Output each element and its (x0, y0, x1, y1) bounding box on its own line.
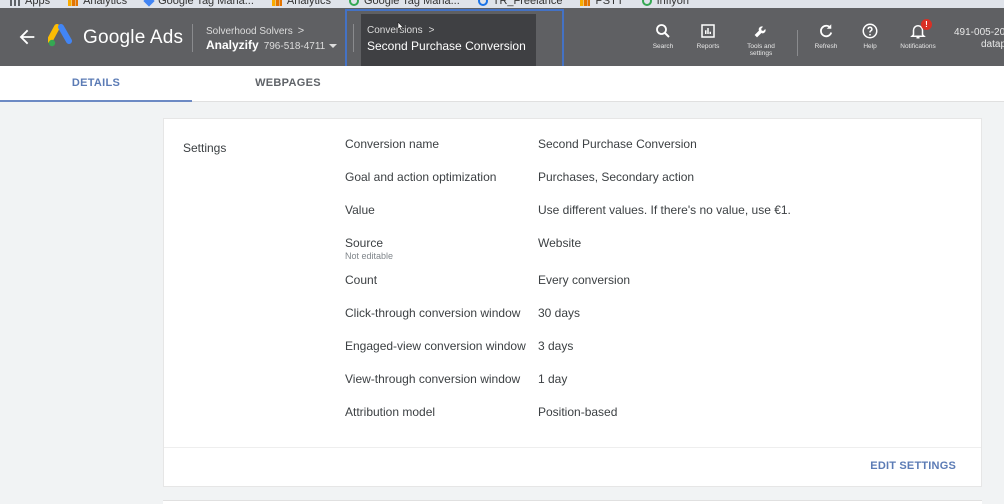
globe-icon (641, 0, 652, 6)
refresh-icon (820, 24, 833, 38)
analytics-icon (68, 0, 79, 6)
app-header: Google Ads Solverhood Solvers > Analyzify… (0, 8, 1004, 66)
bookmark-tag-manager[interactable]: Google Tag Mana... (143, 0, 254, 7)
settings-card: Settings Conversion name Second Purchase… (163, 118, 982, 487)
tab-bar: DETAILS WEBPAGES (0, 66, 1004, 102)
header-divider (192, 24, 193, 52)
account-id: 796-518-4711 (263, 41, 326, 52)
bookmark-tag-manager-2[interactable]: Google Tag Mana... (348, 0, 460, 7)
caret-down-icon (329, 43, 338, 48)
setting-value: 30 days (538, 306, 581, 320)
notifications-button[interactable]: ! Notifications (892, 19, 944, 62)
customer-name[interactable]: datap (981, 39, 1004, 50)
bookmarks-bar: Apps Analytics Google Tag Mana... Analyt… (0, 0, 1004, 8)
tools-settings-button[interactable]: Tools and settings (735, 22, 787, 62)
bookmark-pstt[interactable]: PSTT (580, 0, 624, 7)
notification-badge: ! (921, 19, 932, 30)
customer-id[interactable]: 491-005-20 (954, 27, 1004, 38)
search-icon (656, 24, 670, 38)
tab-details[interactable]: DETAILS (0, 66, 192, 102)
account-selector[interactable]: Analyzify 796-518-4711 (206, 38, 338, 52)
setting-key: View-through conversion window (345, 372, 521, 386)
analytics-icon (271, 0, 282, 6)
globe-icon (348, 0, 359, 6)
setting-key: Goal and action optimization (345, 170, 497, 184)
tag-manager-icon (143, 0, 155, 7)
chevron-right-icon: > (297, 25, 305, 37)
back-arrow-icon[interactable] (16, 26, 38, 48)
header-divider (353, 24, 354, 52)
help-button[interactable]: Help (844, 22, 896, 62)
page-title: Second Purchase Conversion (367, 39, 526, 53)
circle-icon (477, 0, 488, 6)
section-label: Settings (183, 141, 227, 155)
mouse-cursor-icon (397, 22, 404, 32)
edit-settings-button[interactable]: EDIT SETTINGS (870, 460, 956, 472)
setting-value: 1 day (538, 372, 568, 386)
chevron-right-icon: > (428, 25, 435, 36)
apps-icon (10, 0, 20, 6)
setting-value: Every conversion (538, 273, 631, 287)
setting-key: Engaged-view conversion window (345, 339, 526, 353)
next-card-edge (163, 500, 982, 504)
wrench-icon (754, 26, 766, 38)
setting-value: Position-based (538, 405, 618, 419)
setting-key: Source (345, 236, 384, 250)
reports-icon (701, 24, 715, 38)
not-editable-note: Not editable (345, 251, 394, 261)
analytics-icon (580, 0, 591, 6)
setting-key: Value (345, 203, 375, 217)
setting-value: Purchases, Secondary action (538, 170, 695, 184)
setting-key: Conversion name (345, 137, 440, 151)
bookmark-analytics-2[interactable]: Analytics (271, 0, 331, 7)
brand-name: Google Ads (83, 27, 184, 48)
tab-webpages[interactable]: WEBPAGES (192, 66, 384, 102)
setting-key: Click-through conversion window (345, 306, 521, 320)
google-ads-logo-icon (48, 24, 72, 47)
setting-key: Attribution model (345, 405, 436, 419)
setting-value: Second Purchase Conversion (538, 137, 697, 151)
setting-value: 3 days (538, 339, 574, 353)
bookmark-tr-freelance[interactable]: TR_Freelance (477, 0, 562, 7)
bookmark-inflyon[interactable]: Inflyon (641, 0, 689, 7)
breadcrumb: Conversions > Second Purchase Conversion (361, 14, 536, 66)
setting-value: Use different values. If there's no valu… (538, 203, 791, 217)
bookmark-apps[interactable]: Apps (10, 0, 50, 7)
setting-value: Website (538, 236, 582, 250)
help-icon (862, 23, 878, 39)
card-divider (164, 447, 981, 448)
bookmark-analytics[interactable]: Analytics (68, 0, 127, 7)
account-parent[interactable]: Solverhood Solvers > (206, 25, 304, 37)
header-divider (797, 30, 798, 56)
setting-key: Count (345, 273, 378, 287)
reports-button[interactable]: Reports (682, 22, 734, 62)
